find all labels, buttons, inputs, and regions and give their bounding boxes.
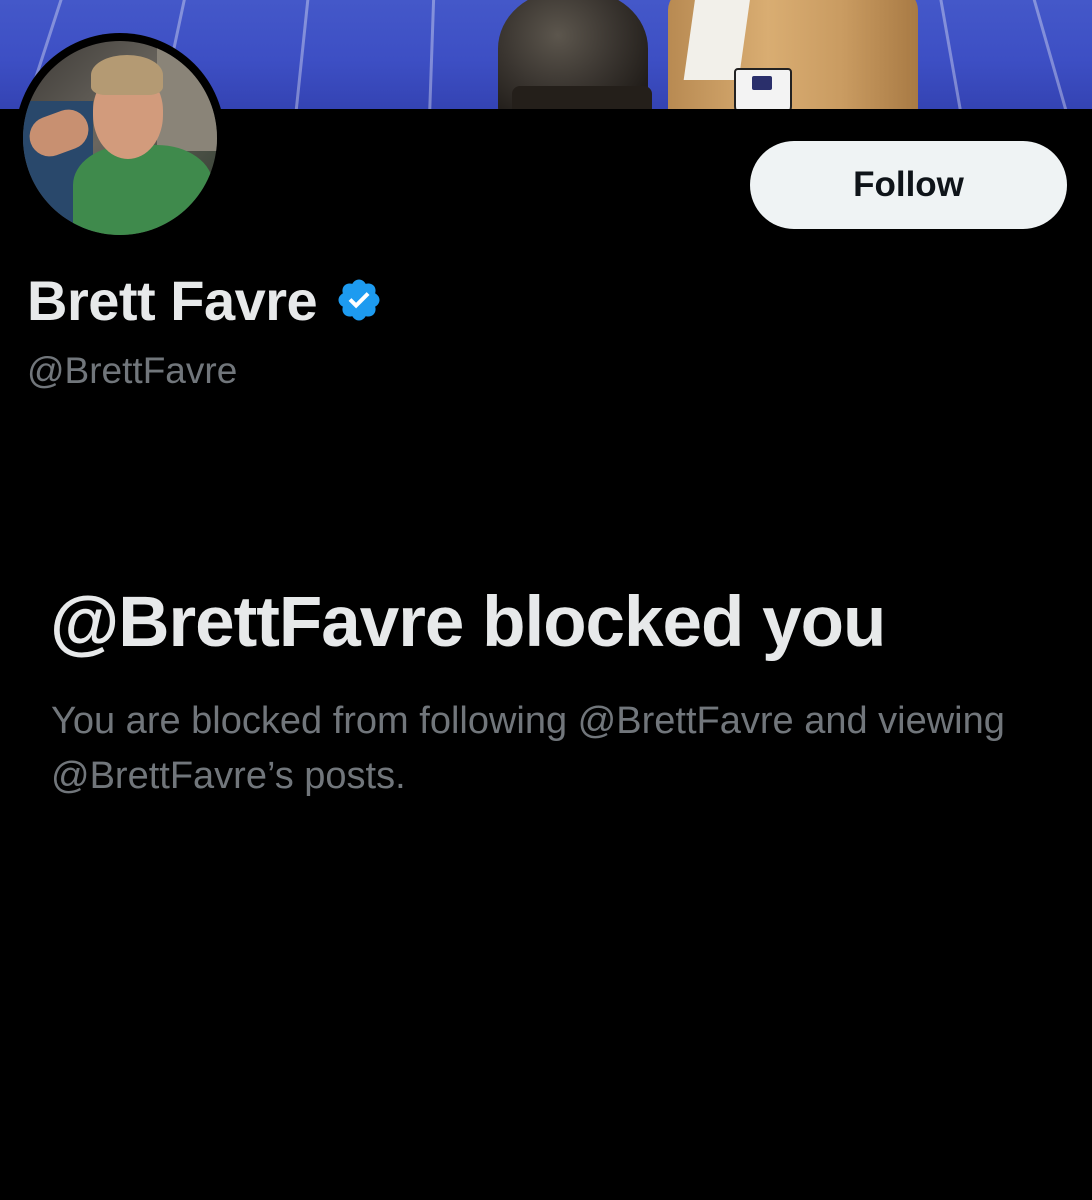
profile-name-row: Brett Favre [27, 265, 383, 335]
avatar-photo [23, 41, 217, 235]
avatar[interactable] [15, 33, 225, 243]
display-name: Brett Favre [27, 268, 318, 332]
follow-button[interactable]: Follow [750, 141, 1067, 229]
profile-handle: @BrettFavre [27, 350, 238, 391]
blocked-description: You are blocked from following @BrettFav… [51, 700, 1005, 797]
banner-decoration [936, 0, 967, 109]
banner-bust-base [512, 86, 652, 109]
blocked-title: @BrettFavre blocked you [50, 583, 886, 662]
banner-decoration [291, 0, 312, 109]
banner-decoration [1028, 0, 1075, 109]
verified-badge-icon[interactable] [335, 276, 383, 324]
banner-hof-patch [734, 68, 792, 109]
banner-decoration [427, 0, 436, 109]
